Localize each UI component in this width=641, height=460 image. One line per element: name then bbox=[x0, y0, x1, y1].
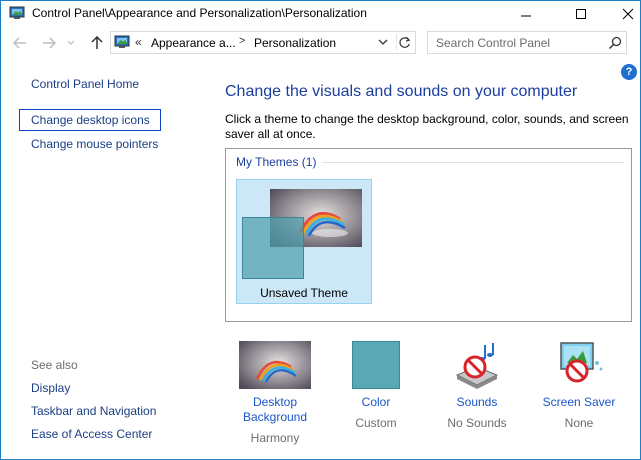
arrow-right-icon bbox=[43, 37, 56, 49]
change-desktop-icons-link[interactable]: Change desktop icons bbox=[19, 109, 161, 131]
address-overflow-button[interactable]: « bbox=[135, 35, 142, 49]
color-swatch bbox=[352, 341, 400, 389]
control-panel-icon bbox=[9, 6, 25, 19]
breadcrumb-personalization[interactable]: Personalization bbox=[254, 36, 336, 50]
page-description: Click a theme to change the desktop back… bbox=[225, 112, 629, 141]
maximize-button[interactable] bbox=[558, 1, 604, 27]
display-link[interactable]: Display bbox=[31, 381, 70, 395]
chevron-down-icon[interactable] bbox=[376, 35, 390, 49]
themes-list: My Themes (1) Unsaved Theme bbox=[225, 148, 632, 322]
sounds-label[interactable]: Sounds bbox=[429, 395, 525, 410]
color-label[interactable]: Color bbox=[328, 395, 424, 410]
taskbar-navigation-link[interactable]: Taskbar and Navigation bbox=[31, 404, 156, 418]
back-button[interactable] bbox=[10, 34, 30, 52]
forward-button[interactable] bbox=[39, 34, 59, 52]
chevron-down-icon bbox=[67, 40, 75, 45]
navigation-bar: « Appearance a... > Personalization Sear… bbox=[1, 27, 640, 59]
minimize-icon bbox=[521, 15, 531, 17]
control-panel-home-link[interactable]: Control Panel Home bbox=[31, 77, 139, 91]
my-themes-heading[interactable]: My Themes (1) bbox=[236, 155, 323, 169]
speaker-muted-icon bbox=[455, 343, 499, 389]
screen-saver-value: None bbox=[564, 416, 594, 430]
breadcrumb-separator[interactable]: > bbox=[239, 35, 245, 47]
change-mouse-pointers-link[interactable]: Change mouse pointers bbox=[31, 137, 158, 151]
desktop-background-thumbnail bbox=[239, 341, 311, 389]
window-title: Control Panel\Appearance and Personaliza… bbox=[32, 6, 367, 20]
minimize-button[interactable] bbox=[503, 1, 549, 27]
screen-saver-label[interactable]: Screen Saver bbox=[531, 395, 627, 410]
recent-locations-button[interactable] bbox=[61, 34, 81, 52]
desktop-background-label[interactable]: Desktop Background bbox=[225, 395, 325, 425]
page-title: Change the visuals and sounds on your co… bbox=[225, 83, 578, 100]
theme-color-swatch bbox=[242, 217, 304, 279]
arrow-up-icon bbox=[91, 36, 103, 49]
close-button[interactable] bbox=[605, 1, 641, 27]
see-also-heading: See also bbox=[31, 358, 78, 372]
close-icon bbox=[622, 8, 634, 20]
theme-tile-unsaved[interactable]: Unsaved Theme bbox=[236, 179, 372, 304]
sounds-value: No Sounds bbox=[447, 416, 507, 430]
control-panel-icon bbox=[114, 35, 130, 48]
divider bbox=[322, 162, 624, 163]
address-bar[interactable]: « Appearance a... > Personalization bbox=[110, 31, 416, 54]
ease-of-access-link[interactable]: Ease of Access Center bbox=[31, 427, 152, 441]
help-icon[interactable]: ? bbox=[621, 64, 637, 80]
color-value: Custom bbox=[355, 416, 397, 430]
arrow-left-icon bbox=[13, 37, 26, 49]
theme-name: Unsaved Theme bbox=[260, 286, 348, 300]
up-button[interactable] bbox=[87, 34, 107, 52]
personalization-window: Control Panel\Appearance and Personaliza… bbox=[0, 0, 641, 460]
maximize-icon bbox=[576, 9, 586, 19]
screen-saver-off-icon bbox=[560, 342, 603, 383]
breadcrumb-appearance[interactable]: Appearance a... bbox=[151, 36, 236, 50]
search-placeholder: Search Control Panel bbox=[436, 36, 551, 50]
search-icon[interactable] bbox=[608, 36, 622, 50]
refresh-icon[interactable] bbox=[396, 34, 413, 51]
title-bar: Control Panel\Appearance and Personaliza… bbox=[1, 1, 640, 27]
search-input[interactable]: Search Control Panel bbox=[427, 31, 627, 54]
desktop-background-value: Harmony bbox=[250, 431, 300, 445]
